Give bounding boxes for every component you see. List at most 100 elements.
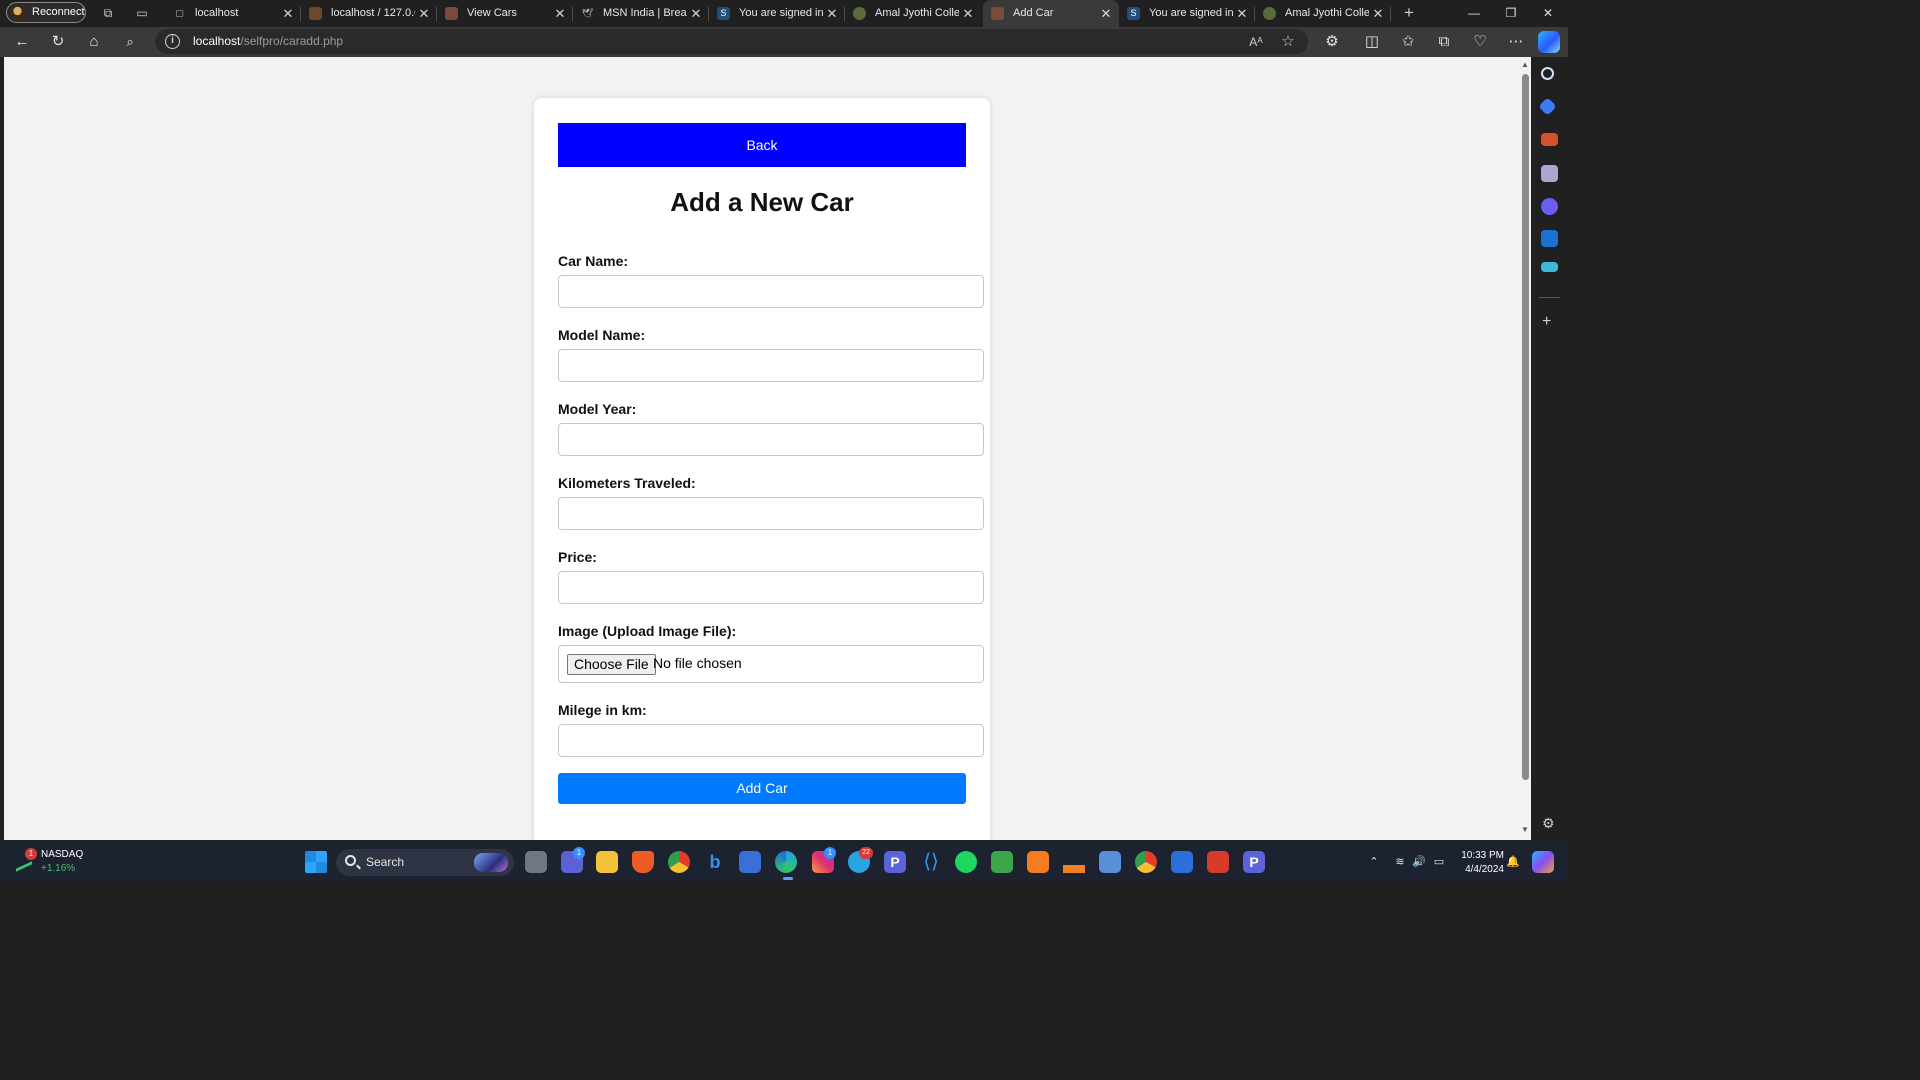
workspaces-icon[interactable]: ⧉ — [100, 5, 116, 21]
image-file-input[interactable]: Choose File No file chosen — [558, 645, 984, 683]
show-hidden-icons-icon[interactable]: ⌃ — [1366, 842, 1382, 882]
close-icon[interactable]: ✕ — [961, 0, 975, 27]
tab-amal-jyothi-2[interactable]: Amal Jyothi College ✕ — [1255, 0, 1391, 27]
browser-essentials-icon[interactable]: ♡ — [1471, 33, 1489, 51]
instagram-icon[interactable]: 1 — [812, 847, 836, 873]
sidebar-settings-icon[interactable]: ⚙ — [1542, 815, 1555, 832]
spotify-icon[interactable] — [955, 851, 977, 873]
tab-add-car[interactable]: Add Car ✕ — [983, 0, 1119, 27]
scrollbar-thumb[interactable] — [1522, 74, 1529, 780]
copilot-app-icon[interactable] — [1541, 198, 1558, 215]
more-options-icon[interactable]: ⋯ — [1507, 33, 1525, 51]
home-icon[interactable]: ⌂ — [85, 33, 103, 51]
battery-icon[interactable]: ▭ — [1431, 842, 1447, 882]
close-icon[interactable]: ✕ — [1235, 0, 1249, 27]
reconnect-button[interactable]: Reconnect — [6, 2, 86, 23]
car-name-input[interactable] — [558, 275, 984, 308]
xampp-icon[interactable] — [1027, 851, 1049, 873]
edge-icon[interactable] — [775, 851, 797, 873]
tab-view-cars[interactable]: View Cars ✕ — [437, 0, 573, 27]
add-car-button[interactable]: Add Car — [558, 773, 966, 804]
paint-icon[interactable] — [1171, 851, 1193, 873]
page-viewport: Back Add a New Car Car Name: Model Name:… — [4, 57, 1519, 840]
add-sidebar-app-icon[interactable]: + — [1542, 313, 1551, 331]
restore-icon[interactable]: ❐ — [1493, 0, 1529, 27]
model-name-input[interactable] — [558, 349, 984, 382]
task-view-icon[interactable] — [525, 851, 547, 873]
model-name-label: Model Name: — [558, 327, 646, 343]
teams-icon[interactable]: 1 — [561, 847, 585, 873]
refresh-icon[interactable]: ↻ — [49, 33, 67, 51]
tools-briefcase-icon[interactable] — [1541, 133, 1558, 146]
collections-icon[interactable]: ⧉ — [1435, 33, 1453, 51]
vertical-tabs-icon[interactable]: ▭ — [134, 5, 150, 21]
model-year-input[interactable] — [558, 423, 984, 456]
volume-icon[interactable]: 🔊 — [1411, 842, 1427, 882]
copilot-icon[interactable] — [1538, 31, 1560, 53]
close-icon[interactable]: ✕ — [1099, 0, 1113, 27]
shopping-tag-icon[interactable] — [1538, 97, 1557, 116]
address-bar[interactable]: i localhost/selfpro/caradd.php Aᴬ ☆ — [155, 29, 1308, 54]
close-icon[interactable]: ✕ — [553, 0, 567, 27]
tab-msn[interactable]: 🕊 MSN India | Breakir ✕ — [573, 0, 709, 27]
site-info-icon[interactable]: i — [165, 34, 180, 49]
bing-icon[interactable]: b — [704, 851, 726, 873]
brave-icon[interactable] — [632, 851, 654, 873]
notepad-icon[interactable] — [1099, 851, 1121, 873]
favorite-star-icon[interactable]: ☆ — [1279, 33, 1297, 51]
back-button[interactable]: Back — [558, 123, 966, 167]
stock-badge: 1 — [25, 848, 37, 860]
cloudflare-icon[interactable] — [1063, 851, 1085, 873]
close-icon[interactable]: ✕ — [1371, 0, 1385, 27]
drop-icon[interactable] — [1541, 262, 1558, 272]
scroll-down-icon[interactable]: ▼ — [1520, 825, 1530, 834]
close-icon[interactable]: ✕ — [417, 0, 431, 27]
clock-time[interactable]: 10:33 PM — [1452, 850, 1504, 861]
close-icon[interactable]: ✕ — [689, 0, 703, 27]
price-input[interactable] — [558, 571, 984, 604]
minimize-icon[interactable]: — — [1456, 0, 1492, 27]
chrome-icon[interactable] — [668, 851, 690, 873]
p-app-2-icon[interactable]: P — [1243, 851, 1265, 873]
tab-phpmyadmin[interactable]: localhost / 127.0.0. ✕ — [301, 0, 437, 27]
choose-file-button[interactable]: Choose File — [567, 654, 656, 675]
wps-office-icon[interactable] — [1207, 851, 1229, 873]
copilot-taskbar-icon[interactable] — [1532, 851, 1554, 873]
utorrent-icon[interactable] — [991, 851, 1013, 873]
kilometers-input[interactable] — [558, 497, 984, 530]
outlook-icon[interactable] — [1541, 230, 1558, 247]
scroll-up-icon[interactable]: ▲ — [1520, 60, 1530, 69]
file-explorer-icon[interactable] — [596, 851, 618, 873]
close-icon[interactable]: ✕ — [281, 0, 295, 27]
split-screen-icon[interactable]: ◫ — [1363, 33, 1381, 51]
vscode-icon[interactable]: ⟨⟩ — [920, 851, 942, 873]
url-text[interactable]: localhost/selfpro/caradd.php — [193, 29, 343, 54]
sidebar-search-icon[interactable] — [1541, 67, 1554, 80]
page-scrollbar[interactable]: ▲ ▼ — [1519, 57, 1531, 840]
tab-signed-in-2[interactable]: S You are signed in a ✕ — [1119, 0, 1255, 27]
search-icon[interactable]: ⌕ — [121, 33, 139, 51]
wifi-icon[interactable]: ≋ — [1392, 842, 1408, 882]
back-arrow-icon[interactable]: ← — [13, 33, 31, 51]
extensions-icon[interactable]: ⚙ — [1323, 33, 1341, 51]
telegram-icon[interactable]: 22 — [848, 847, 873, 873]
clock-date[interactable]: 4/4/2024 — [1452, 864, 1504, 875]
p-app-icon[interactable]: P — [884, 851, 906, 873]
close-icon[interactable]: ✕ — [825, 0, 839, 27]
tab-signed-in-1[interactable]: S You are signed in a ✕ — [709, 0, 845, 27]
games-icon[interactable] — [1541, 165, 1558, 182]
window-close-icon[interactable]: ✕ — [1530, 0, 1566, 27]
microsoft-store-icon[interactable] — [739, 851, 761, 873]
taskbar-search[interactable]: Search — [336, 849, 514, 876]
tab-amal-jyothi-1[interactable]: Amal Jyothi College ✕ — [845, 0, 981, 27]
tab-title: localhost — [195, 7, 239, 19]
stock-widget-icon[interactable]: 1 — [14, 848, 37, 872]
read-aloud-icon[interactable]: Aᴬ — [1247, 33, 1265, 51]
new-tab-icon[interactable]: + — [1401, 4, 1417, 21]
tab-localhost[interactable]: ▢ localhost ✕ — [165, 0, 301, 27]
windows-start-icon[interactable] — [305, 851, 327, 873]
chrome-profile-icon[interactable] — [1135, 851, 1157, 873]
notifications-bell-icon[interactable]: 🔔 — [1505, 842, 1521, 882]
mileage-input[interactable] — [558, 724, 984, 757]
favorites-icon[interactable]: ✩ — [1399, 33, 1417, 51]
